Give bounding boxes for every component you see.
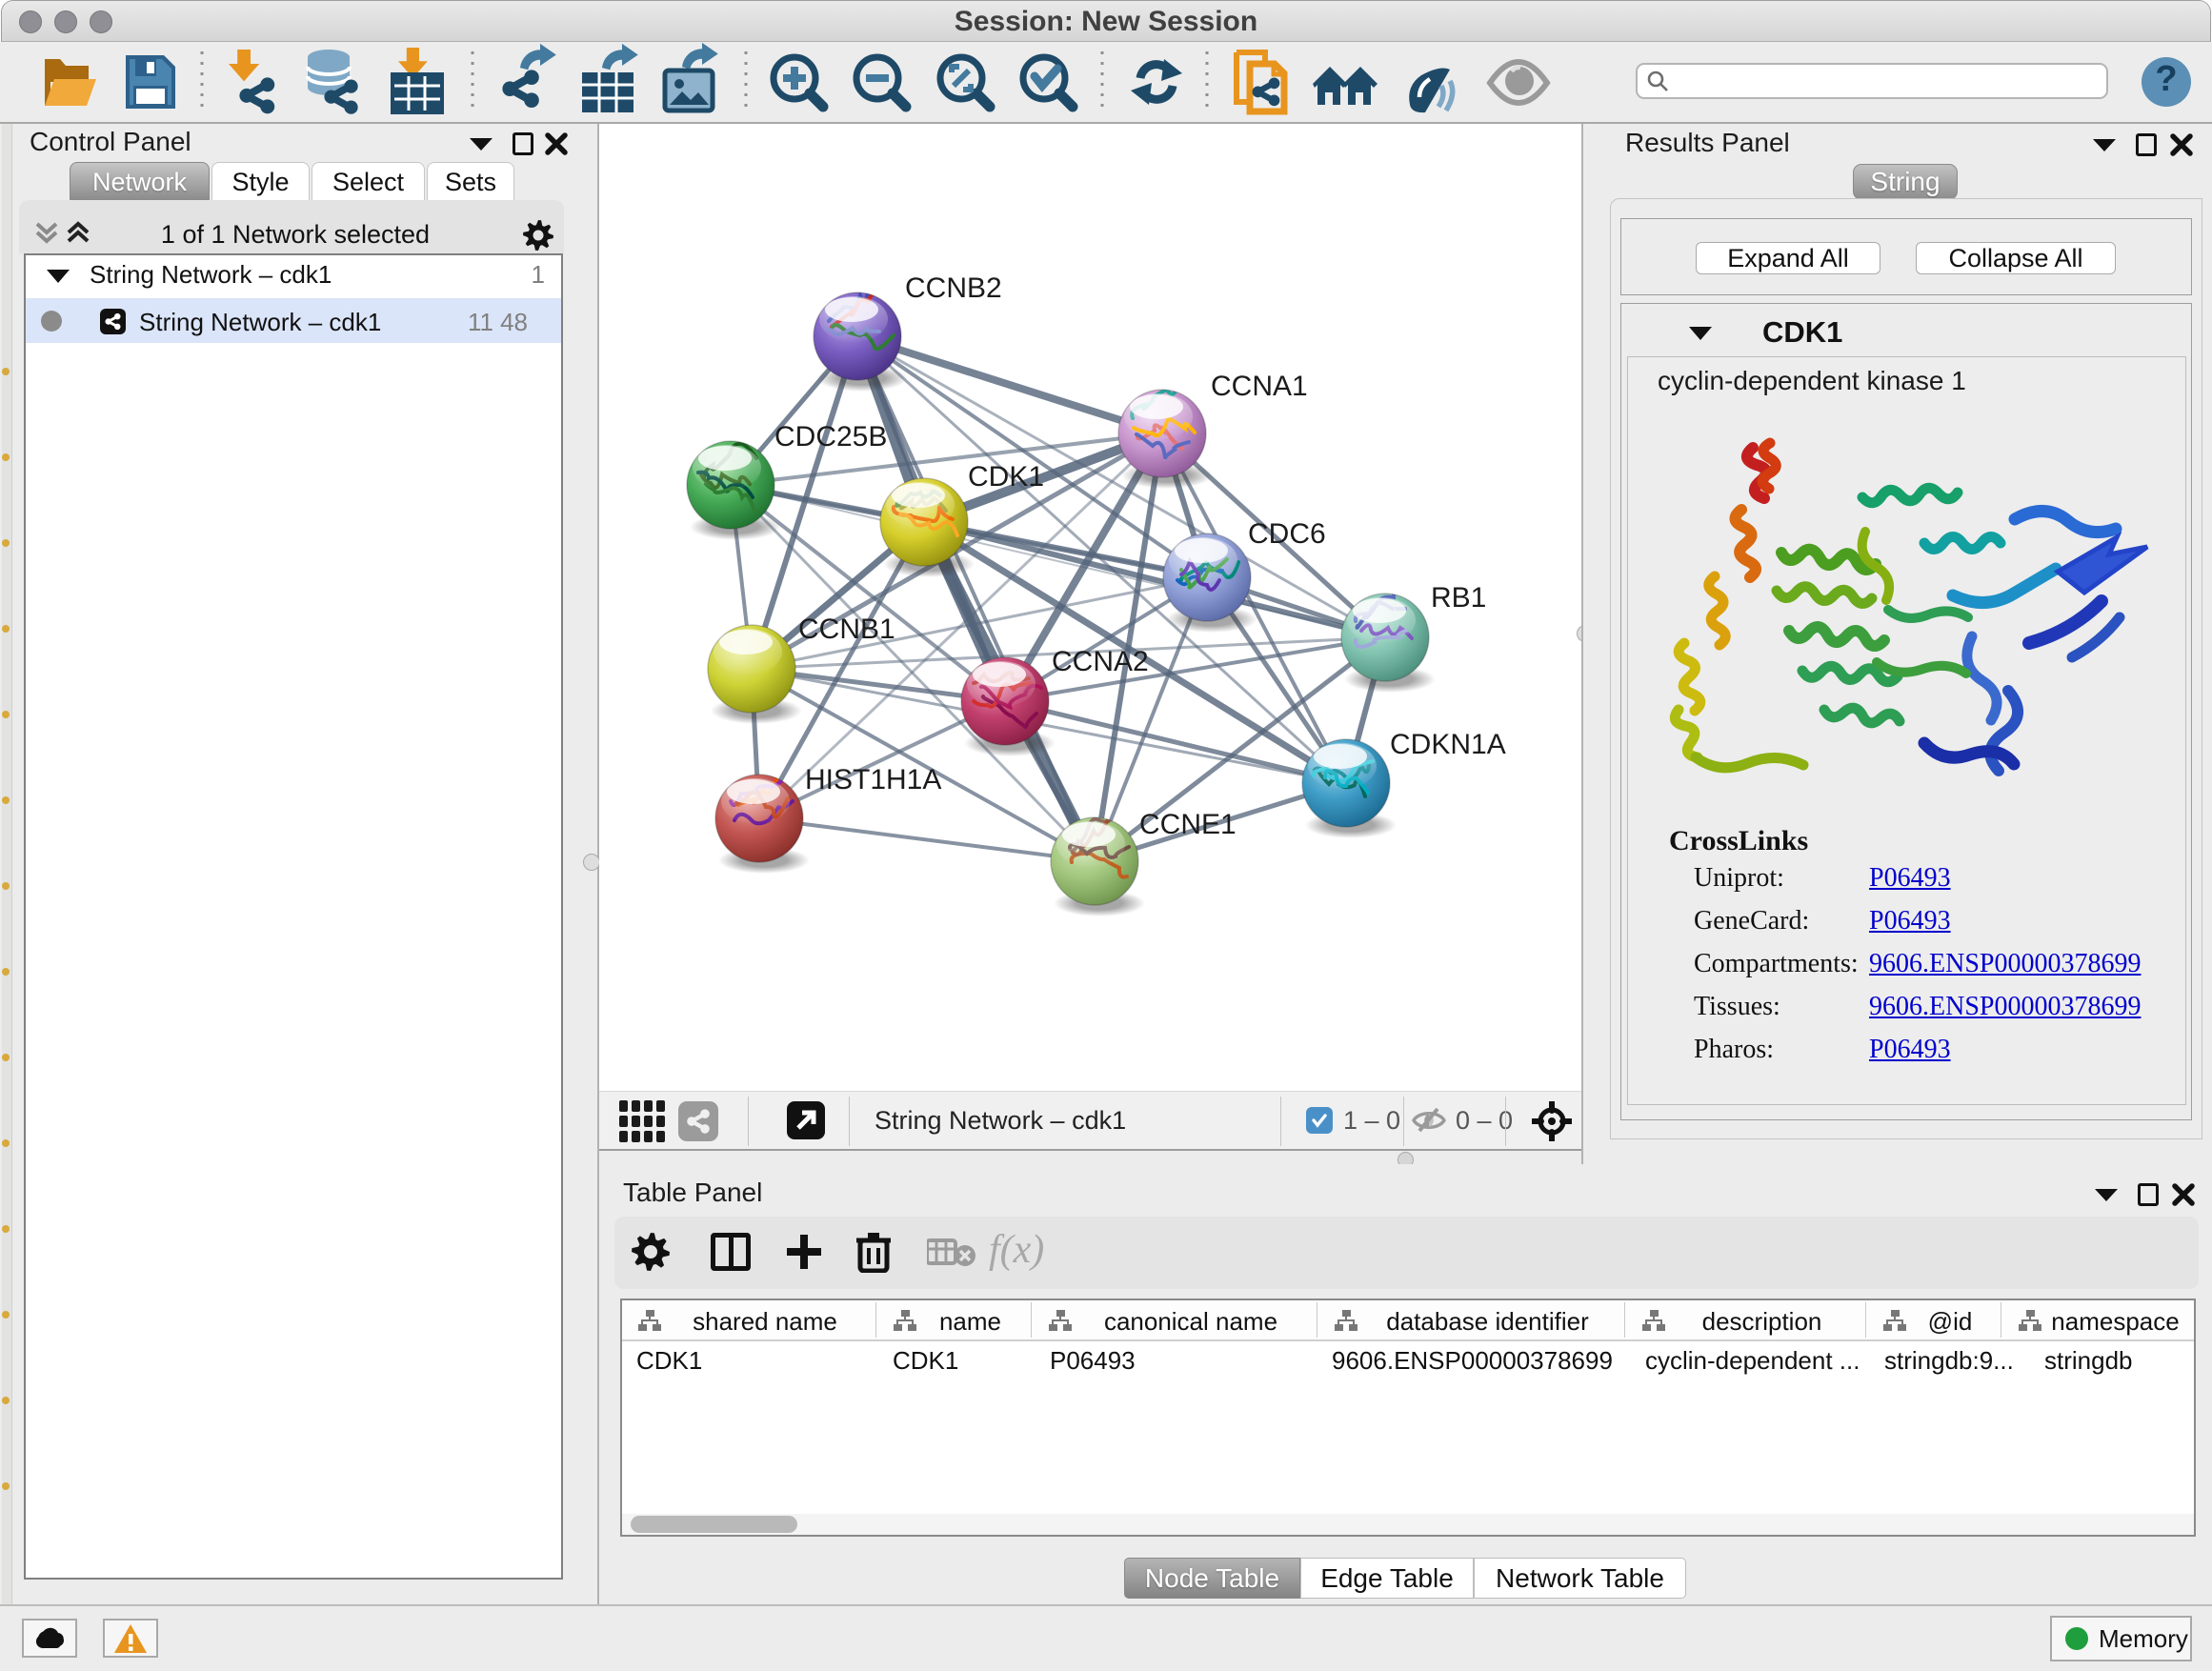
svg-text:CCNA2: CCNA2 bbox=[1052, 646, 1149, 677]
svg-text:CCNB1: CCNB1 bbox=[798, 614, 895, 645]
svg-text:CCNA1: CCNA1 bbox=[1211, 371, 1308, 402]
svg-text:CCNE1: CCNE1 bbox=[1139, 809, 1237, 840]
svg-text:CDC25B: CDC25B bbox=[774, 421, 887, 453]
svg-text:CDC6: CDC6 bbox=[1248, 518, 1326, 550]
svg-text:RB1: RB1 bbox=[1431, 582, 1486, 614]
svg-text:CDKN1A: CDKN1A bbox=[1390, 729, 1506, 760]
svg-text:CDK1: CDK1 bbox=[968, 461, 1044, 493]
svg-text:HIST1H1A: HIST1H1A bbox=[805, 764, 941, 795]
svg-text:CCNB2: CCNB2 bbox=[905, 272, 1002, 304]
